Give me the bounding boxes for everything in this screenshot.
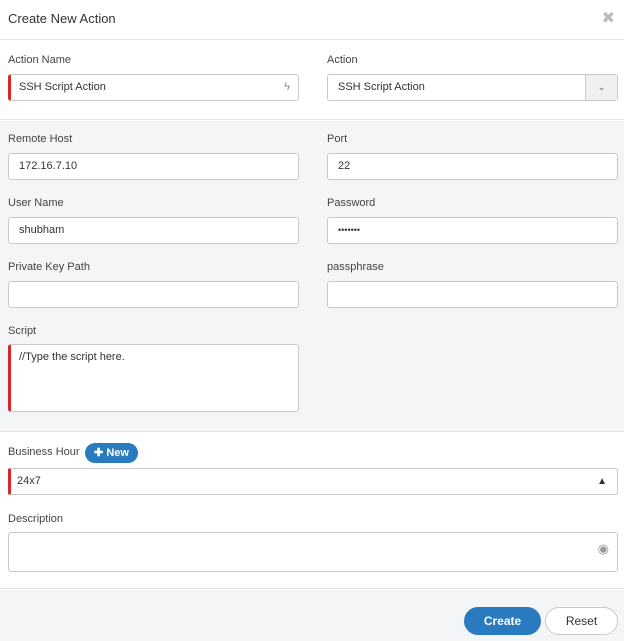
script-textarea[interactable]: //Type the script here. [8,344,299,412]
remote-host-label: Remote Host [8,133,73,145]
new-business-hour-button[interactable]: ✚ New [85,443,138,463]
business-hour-value: 24x7 [17,475,41,487]
business-hour-label: Business Hour [8,446,80,458]
remote-host-value: 172.16.7.10 [19,160,78,172]
private-key-path-label: Private Key Path [8,261,90,273]
action-select[interactable]: SSH Script Action ⌄ [327,74,618,101]
plus-icon: ✚ [94,447,104,459]
reset-button[interactable]: Reset [545,607,618,635]
action-name-value: SSH Script Action [19,81,106,93]
close-icon[interactable]: ✖ [602,8,615,28]
comment-icon: ◉ [597,541,609,556]
action-select-value: SSH Script Action [338,81,425,93]
updown-icon: ▲︎ [597,476,607,487]
script-label: Script [8,325,37,337]
action-name-input[interactable]: SSH Script Action ϟ [8,74,299,101]
password-value: ••••••• [338,225,361,235]
action-name-label: Action Name [8,54,71,66]
user-name-value: shubham [19,224,65,236]
dialog-header: Create New Action ✖ [0,0,624,40]
description-textarea[interactable]: ◉ [8,532,618,572]
passphrase-label: passphrase [327,261,384,273]
bolt-icon: ϟ [284,81,290,93]
new-button-label: New [106,447,129,459]
port-value: 22 [338,160,351,172]
dialog-title: Create New Action [8,11,116,26]
passphrase-input[interactable] [327,281,618,308]
private-key-path-input[interactable] [8,281,299,308]
password-label: Password [327,197,376,209]
chevron-down-icon[interactable]: ⌄ [585,75,617,100]
script-placeholder: //Type the script here. [19,351,125,363]
business-hour-select[interactable]: 24x7 ▲︎ [8,468,618,495]
user-name-input[interactable]: shubham [8,217,299,244]
action-label: Action [327,54,358,66]
port-label: Port [327,133,348,145]
description-label: Description [8,513,64,525]
password-input[interactable]: ••••••• [327,217,618,244]
user-name-label: User Name [8,197,64,209]
create-button[interactable]: Create [464,607,541,635]
port-input[interactable]: 22 [327,153,618,180]
remote-host-input[interactable]: 172.16.7.10 [8,153,299,180]
